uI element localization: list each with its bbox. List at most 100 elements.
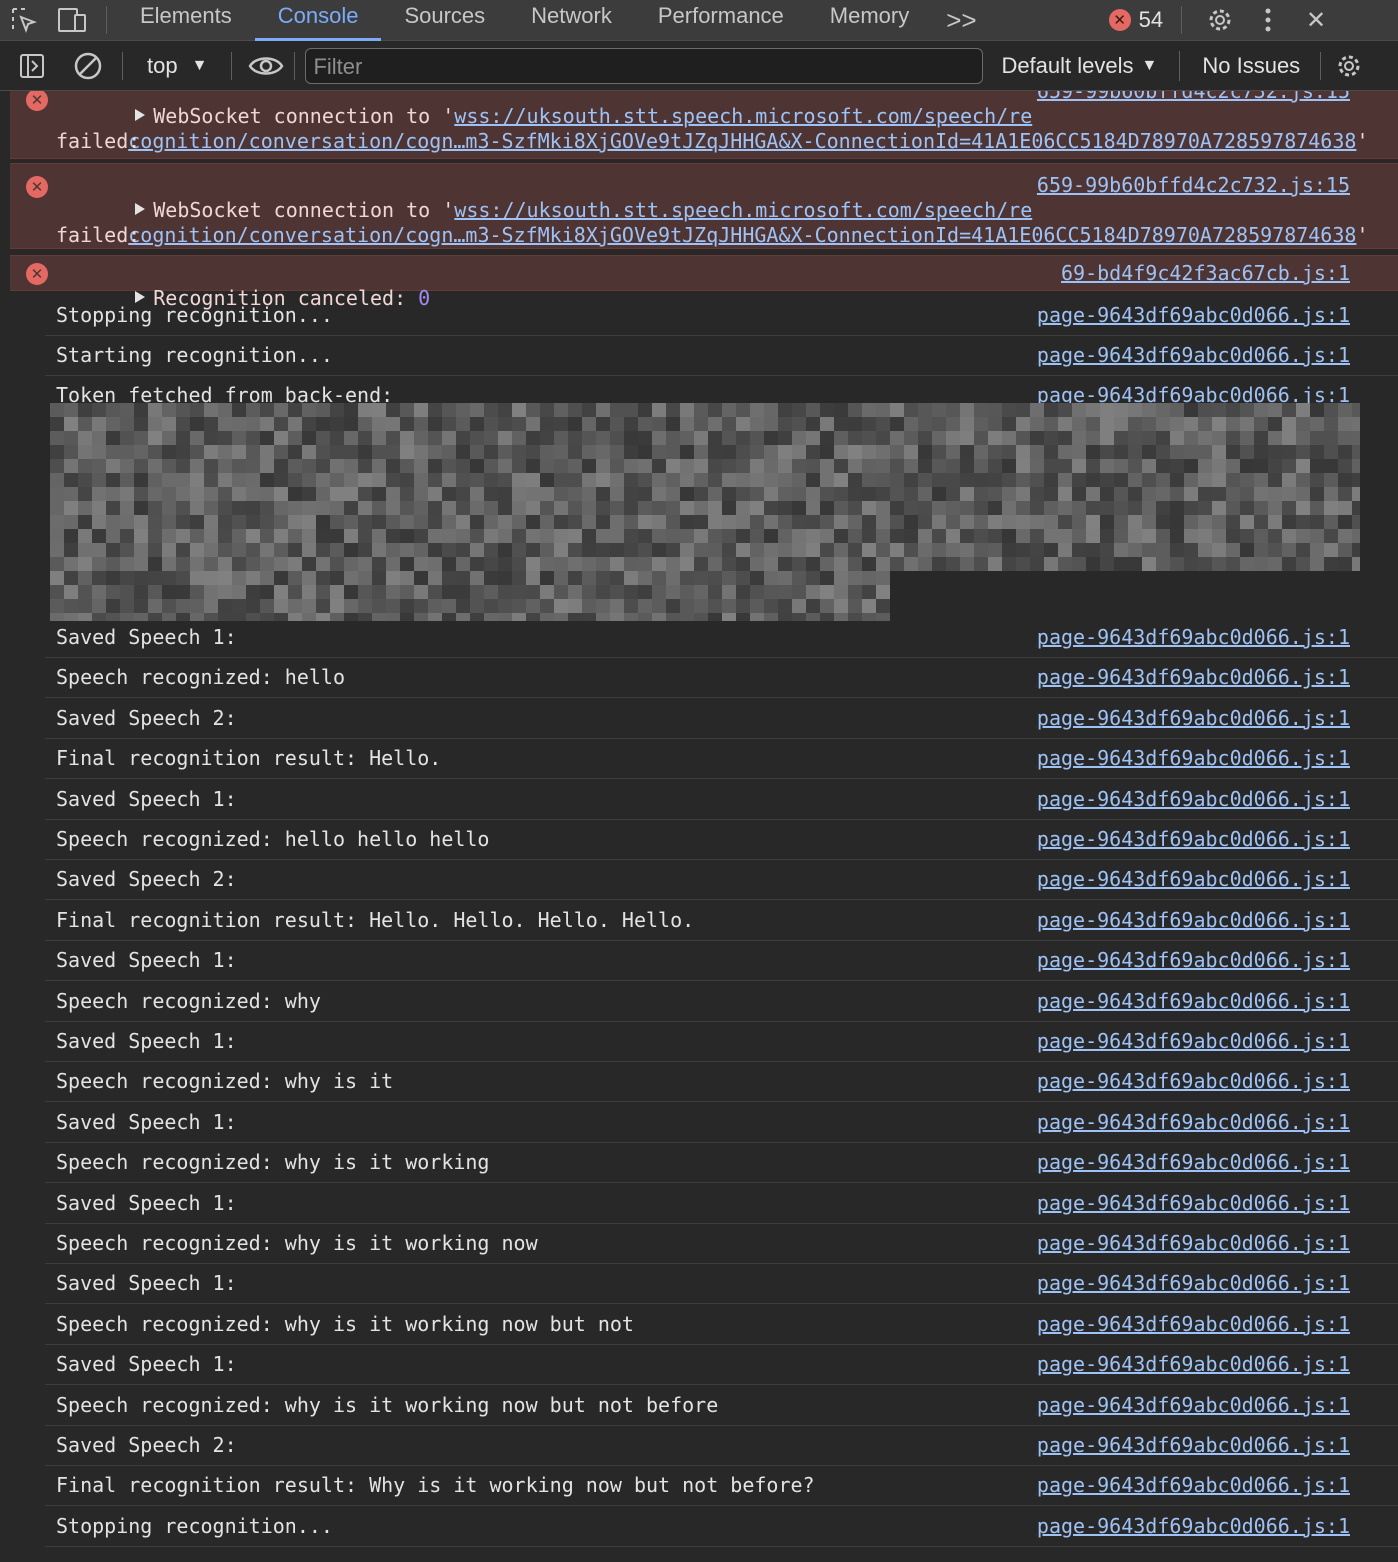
source-link[interactable]: page-9643df69abc0d066.js:1 <box>1037 1473 1350 1497</box>
source-link[interactable]: page-9643df69abc0d066.js:1 <box>1037 787 1350 811</box>
source-link[interactable]: page-9643df69abc0d066.js:1 <box>1037 303 1350 327</box>
websocket-url-link[interactable]: cognition/conversation/cogn…m3-SzfMki8Xj… <box>128 129 1356 153</box>
error-icon: ✕ <box>26 263 48 285</box>
filter-input[interactable]: Filter <box>305 48 984 84</box>
source-link[interactable]: page-9643df69abc0d066.js:1 <box>1037 665 1350 689</box>
log-message: Saved Speech 1: <box>56 1109 237 1134</box>
log-row: Saved Speech 2: page-9643df69abc0d066.js:… <box>45 860 1398 901</box>
log-row: Saved Speech 1: page-9643df69abc0d066.js:… <box>45 618 1398 658</box>
tab-memory[interactable]: Memory <box>807 0 932 41</box>
divider <box>294 52 296 80</box>
log-row: Speech recognized: why is it working now… <box>45 1305 1398 1345</box>
tab-performance[interactable]: Performance <box>635 0 807 41</box>
source-link[interactable]: page-9643df69abc0d066.js:1 <box>1037 746 1350 770</box>
source-link[interactable]: page-9643df69abc0d066.js:1 <box>1037 1191 1350 1215</box>
log-row: Speech recognized: why is it page-9643df6… <box>45 1062 1398 1103</box>
more-tabs-button[interactable]: >> <box>932 5 990 35</box>
source-link[interactable]: page-9643df69abc0d066.js:1 <box>1037 948 1350 972</box>
settings-gear-icon[interactable] <box>1196 0 1244 41</box>
source-link[interactable]: page-9643df69abc0d066.js:1 <box>1037 1312 1350 1336</box>
source-link[interactable]: page-9643df69abc0d066.js:1 <box>1037 1110 1350 1134</box>
clear-console-icon[interactable] <box>64 46 112 87</box>
log-row: Speech recognized: hello hello hello page… <box>45 820 1398 860</box>
source-link[interactable]: page-9643df69abc0d066.js:1 <box>1037 343 1350 367</box>
log-row: Saved Speech 1: page-9643df69abc0d066.js:… <box>45 1022 1398 1062</box>
source-link[interactable]: page-9643df69abc0d066.js:1 <box>1037 1393 1350 1417</box>
source-link[interactable]: 659-99b60bffd4c2c732.js:15 <box>1037 91 1350 104</box>
source-link[interactable]: page-9643df69abc0d066.js:1 <box>1037 1069 1350 1093</box>
log-message: Saved Speech 2: <box>56 705 237 730</box>
pixelated-redaction <box>50 403 1360 621</box>
device-toolbar-icon[interactable] <box>48 0 96 41</box>
log-message: Speech recognized: why is it working now <box>56 1231 538 1255</box>
source-link[interactable]: page-9643df69abc0d066.js:1 <box>1037 706 1350 730</box>
log-message: Saved Speech 1: <box>56 1271 237 1296</box>
context-selector[interactable]: top ▼ <box>133 53 221 79</box>
more-options-icon[interactable] <box>1244 0 1292 41</box>
live-expression-eye-icon[interactable] <box>242 46 290 87</box>
log-message: Speech recognized: why is it working now… <box>56 1392 719 1417</box>
log-row: Final recognition result: Hello. Hello. … <box>45 901 1398 941</box>
close-devtools-icon[interactable]: ✕ <box>1292 0 1340 41</box>
log-message: Speech recognized: why is it working now… <box>56 1311 634 1336</box>
tab-network[interactable]: Network <box>508 0 635 41</box>
error-icon: ✕ <box>1108 9 1131 31</box>
error-text: ' <box>1356 223 1369 247</box>
log-message: Final recognition result: Hello. <box>56 746 442 771</box>
log-message: Speech recognized: why is it <box>56 1069 394 1094</box>
console-error-message: ✕ Recognition canceled: 0 69-bd4f9c42f3a… <box>10 255 1398 310</box>
log-message: Saved Speech 1: <box>56 1190 237 1215</box>
log-levels-label: Default levels <box>1001 53 1134 78</box>
log-row: Starting recognition... page-9643df69abc0… <box>45 336 1398 376</box>
sidebar-toggle-icon[interactable] <box>0 46 64 87</box>
log-message: Final recognition result: Why is it work… <box>56 1473 815 1498</box>
error-icon: ✕ <box>26 91 48 111</box>
websocket-url-link[interactable]: cognition/conversation/cogn…m3-SzfMki8Xj… <box>128 223 1356 247</box>
log-row: Stopping recognition... page-9643df69abc0… <box>45 1507 1398 1547</box>
source-link[interactable]: page-9643df69abc0d066.js:1 <box>1037 1514 1350 1538</box>
log-row: Saved Speech 1: page-9643df69abc0d066.js:… <box>45 941 1398 982</box>
log-row: Saved Speech 1: page-9643df69abc0d066.js:… <box>45 1345 1398 1386</box>
source-link[interactable]: page-9643df69abc0d066.js:1 <box>1037 989 1350 1013</box>
source-link[interactable]: page-9643df69abc0d066.js:1 <box>1037 1271 1350 1295</box>
log-levels-dropdown[interactable]: Default levels ▼ <box>1001 53 1157 79</box>
inspect-element-icon[interactable] <box>0 0 48 41</box>
tab-console[interactable]: Console <box>254 0 382 41</box>
log-row: Stopping recognition... page-9643df69abc0… <box>45 296 1398 336</box>
log-message: Saved Speech 1: <box>56 1029 237 1053</box>
log-message: Speech recognized: why is it working <box>56 1150 490 1175</box>
console-messages[interactable]: ✕ WebSocket connection to 'wss://uksouth… <box>0 91 1398 1562</box>
log-row: Saved Speech 1: page-9643df69abc0d066.js:… <box>45 1103 1398 1143</box>
log-row: Saved Speech 1: page-9643df69abc0d066.js:… <box>45 780 1398 820</box>
source-link[interactable]: page-9643df69abc0d066.js:1 <box>1037 1029 1350 1053</box>
source-link[interactable]: 69-bd4f9c42f3ac67cb.js:1 <box>1061 261 1350 286</box>
source-link[interactable]: page-9643df69abc0d066.js:1 <box>1037 867 1350 891</box>
tab-sources[interactable]: Sources <box>381 0 508 41</box>
log-message: Saved Speech 2: <box>56 867 237 892</box>
log-row: Speech recognized: why is it working now… <box>45 1386 1398 1426</box>
error-text: failed: <box>56 223 141 247</box>
source-link[interactable]: page-9643df69abc0d066.js:1 <box>1037 908 1350 932</box>
source-link[interactable]: page-9643df69abc0d066.js:1 <box>1037 1433 1350 1457</box>
source-link[interactable]: page-9643df69abc0d066.js:1 <box>1037 625 1350 649</box>
log-message: Saved Speech 1: <box>56 1352 237 1377</box>
source-link[interactable]: page-9643df69abc0d066.js:1 <box>1037 1352 1350 1376</box>
source-link[interactable]: page-9643df69abc0d066.js:1 <box>1037 827 1350 851</box>
log-row: Speech recognized: why is it working page… <box>45 1143 1398 1184</box>
log-row: Final recognition result: Why is it work… <box>45 1466 1398 1507</box>
source-link[interactable]: 659-99b60bffd4c2c732.js:15 <box>1037 173 1350 198</box>
tab-elements[interactable]: Elements <box>117 0 255 41</box>
issues-button[interactable]: No Issues <box>1179 51 1300 81</box>
log-row: Speech recognized: why is it working now… <box>45 1224 1398 1264</box>
log-row: Saved Speech 1: page-9643df69abc0d066.js:… <box>45 1184 1398 1224</box>
chevron-down-icon: ▼ <box>1141 57 1158 74</box>
console-error-message: ✕ WebSocket connection to 'wss://uksouth… <box>10 91 1398 159</box>
redacted-token-image <box>50 403 1360 621</box>
error-counter-button[interactable]: ✕ 54 <box>1108 7 1163 33</box>
source-link[interactable]: page-9643df69abc0d066.js:1 <box>1037 1231 1350 1255</box>
log-row: Final recognition result: Hello. page-964… <box>45 739 1398 780</box>
source-link[interactable]: page-9643df69abc0d066.js:1 <box>1037 1150 1350 1174</box>
log-row: Speech recognized: why page-9643df69abc0d… <box>45 982 1398 1022</box>
log-message: Saved Speech 1: <box>56 786 237 811</box>
console-settings-gear-icon[interactable] <box>1331 46 1367 87</box>
